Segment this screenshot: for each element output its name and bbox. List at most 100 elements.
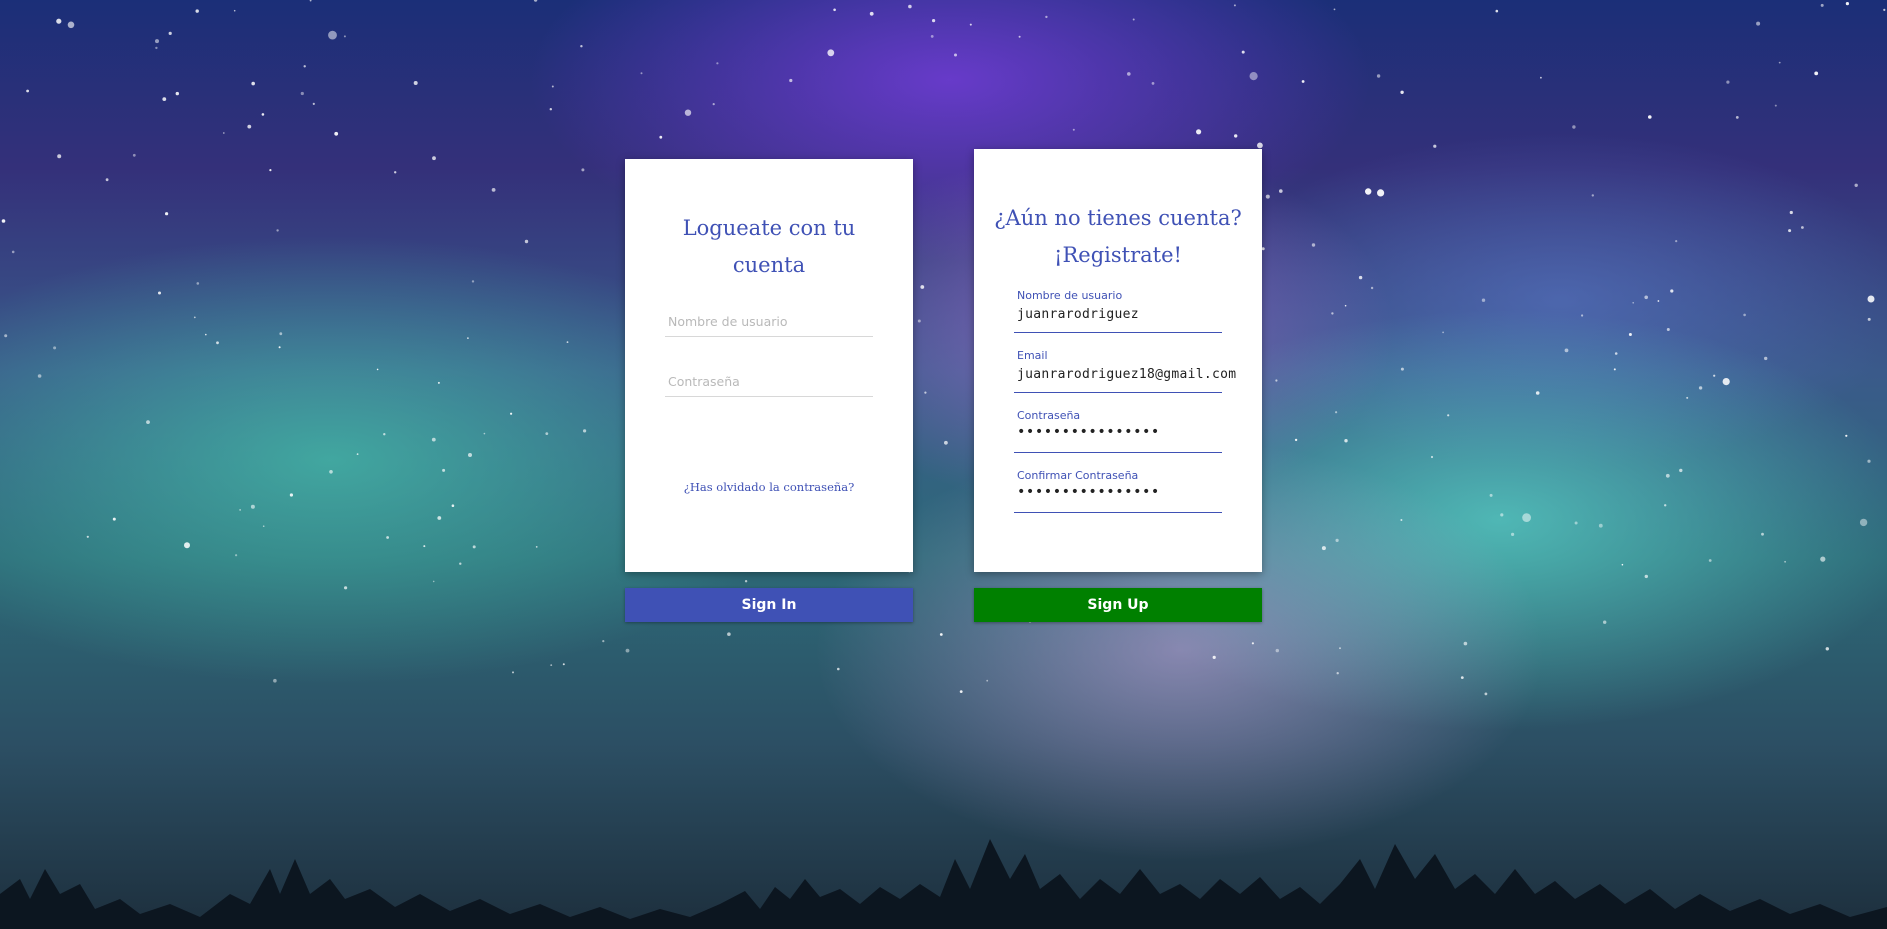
star (789, 78, 793, 83)
register-email-value[interactable]: juanrarodriguez18@gmail.com (1017, 367, 1236, 382)
register-username-value[interactable]: juanrarodriguez (1017, 307, 1139, 322)
star (1294, 438, 1298, 442)
star (1127, 72, 1131, 76)
login-username-field[interactable]: Nombre de usuario (665, 293, 873, 337)
star (289, 493, 293, 497)
star (1275, 648, 1280, 653)
star (1761, 532, 1764, 536)
star (165, 212, 169, 216)
star (833, 8, 836, 12)
star (1400, 90, 1404, 95)
star (1621, 563, 1624, 566)
star (216, 341, 219, 345)
star (1644, 295, 1648, 300)
star (1265, 194, 1270, 199)
star (1686, 396, 1689, 399)
star (1764, 356, 1768, 361)
register-username-underline (1014, 331, 1222, 333)
star (1665, 473, 1670, 478)
star (1603, 620, 1607, 624)
star (184, 542, 190, 549)
star (344, 586, 348, 590)
star (969, 23, 972, 26)
star (112, 517, 116, 521)
star (1613, 368, 1616, 371)
star (356, 453, 359, 455)
star (837, 667, 840, 671)
register-confirm-password-value[interactable]: •••••••••••••••• (1017, 484, 1160, 500)
star (1376, 74, 1381, 78)
login-password-underline (665, 396, 873, 397)
sign-in-button[interactable]: Sign In (625, 588, 913, 622)
register-title-line1: ¿Aún no tienes cuenta? (994, 206, 1242, 230)
star (1675, 240, 1678, 243)
star (1377, 189, 1385, 197)
login-password-field[interactable]: Contraseña (665, 353, 873, 397)
star (1279, 189, 1283, 193)
star (939, 633, 943, 636)
register-email-field[interactable]: Email juanrarodriguez18@gmail.com (1014, 349, 1236, 393)
star (535, 546, 538, 548)
star (239, 509, 241, 511)
star (549, 108, 552, 111)
star (566, 341, 569, 343)
star (1820, 556, 1826, 562)
star (328, 30, 337, 40)
star (1867, 459, 1871, 463)
star (1657, 300, 1660, 302)
register-title-line2: ¡Registrate! (1054, 243, 1182, 267)
star (309, 0, 312, 2)
star (1572, 125, 1576, 129)
star (562, 663, 565, 666)
star (26, 89, 29, 93)
star (1335, 411, 1338, 414)
star (155, 39, 159, 44)
star (1564, 348, 1569, 353)
star (222, 132, 225, 134)
star (684, 109, 692, 116)
star (437, 516, 442, 520)
star (1481, 298, 1486, 302)
register-username-label: Nombre de usuario (1017, 289, 1123, 302)
star (279, 332, 283, 336)
star (491, 188, 496, 192)
star (1666, 328, 1670, 331)
star (550, 664, 553, 666)
star (1883, 8, 1886, 11)
star (1814, 71, 1819, 76)
star (1743, 313, 1746, 317)
star (1463, 641, 1468, 646)
register-email-label: Email (1017, 349, 1048, 362)
forgot-password-link[interactable]: ¿Has olvidado la contraseña? (625, 480, 913, 494)
star (423, 545, 426, 548)
star (1726, 80, 1730, 84)
star (1825, 647, 1830, 651)
star (581, 168, 585, 172)
star (1212, 655, 1216, 660)
star (394, 171, 397, 174)
star (1447, 414, 1450, 417)
star (451, 504, 455, 508)
star (1484, 692, 1488, 696)
star (193, 316, 196, 319)
register-confirm-password-label: Confirmar Contraseña (1017, 469, 1139, 482)
star (908, 4, 912, 9)
register-password-field[interactable]: Contraseña •••••••••••••••• (1014, 409, 1222, 453)
star (1495, 9, 1499, 13)
star (1301, 80, 1305, 83)
sign-up-button[interactable]: Sign Up (974, 588, 1262, 622)
star (1241, 50, 1245, 54)
star (1845, 434, 1848, 437)
star (954, 53, 957, 57)
star (303, 65, 306, 68)
star (1644, 574, 1649, 579)
star (162, 97, 167, 101)
star (744, 580, 748, 583)
register-confirm-password-field[interactable]: Confirmar Contraseña •••••••••••••••• (1014, 469, 1222, 513)
star (827, 49, 835, 57)
star (1335, 538, 1339, 543)
star (1339, 647, 1341, 650)
register-password-value[interactable]: •••••••••••••••• (1017, 424, 1160, 440)
star (1535, 391, 1540, 395)
register-username-field[interactable]: Nombre de usuario juanrarodriguez (1014, 289, 1222, 333)
